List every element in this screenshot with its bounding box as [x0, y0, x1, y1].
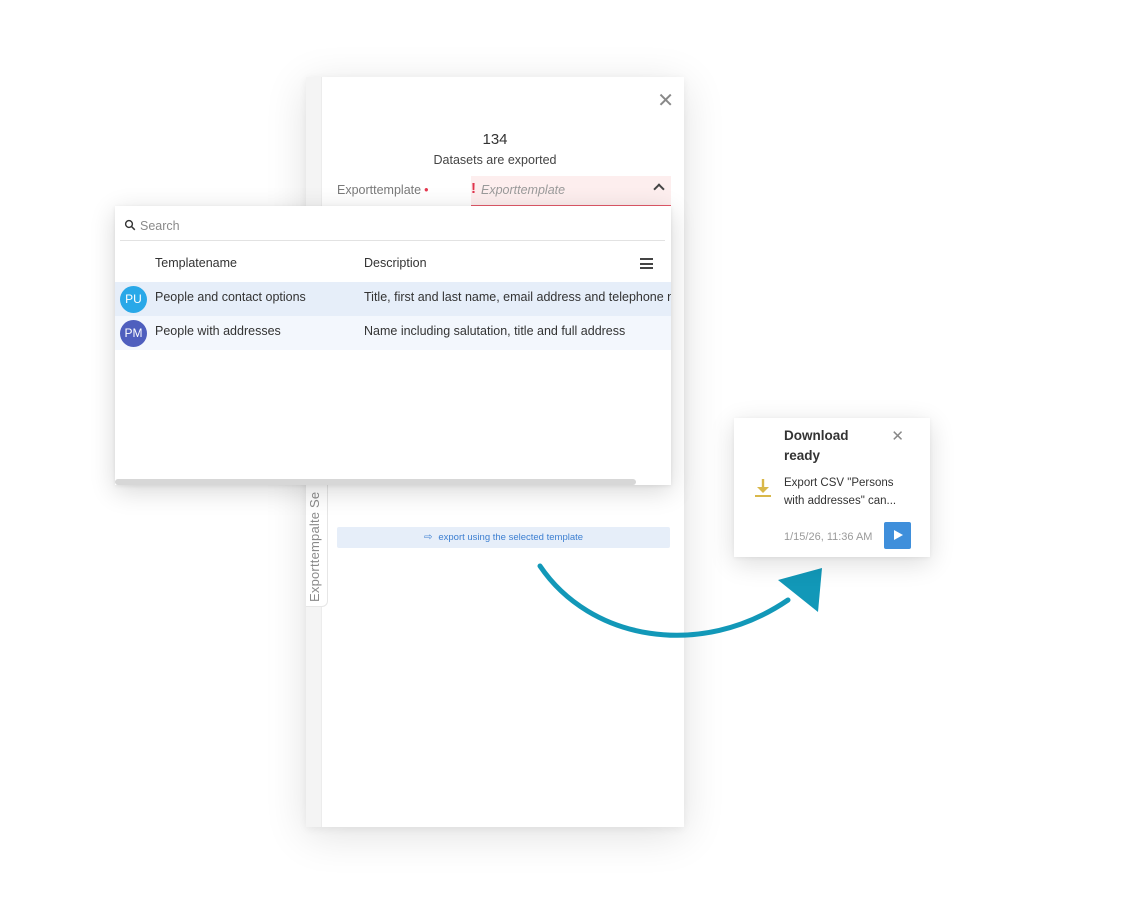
- notification-title: Download ready: [784, 428, 849, 463]
- column-menu-icon[interactable]: [640, 258, 653, 269]
- error-icon: !: [471, 180, 476, 197]
- close-icon[interactable]: ✕: [657, 91, 674, 111]
- play-button[interactable]: [884, 522, 911, 549]
- exporttemplate-select[interactable]: ! Exporttemplate: [471, 176, 671, 206]
- horizontal-scrollbar[interactable]: [115, 479, 636, 485]
- row-templatename: People with addresses: [155, 324, 281, 338]
- notification-timestamp: 1/15/26, 11:36 AM: [784, 531, 873, 543]
- curved-arrow-icon: [537, 563, 822, 638]
- notification-message: Export CSV "Persons with addresses" can.…: [784, 477, 897, 507]
- dataset-count: 134: [482, 131, 508, 148]
- column-header-description[interactable]: Description: [364, 256, 427, 270]
- avatar: PM: [120, 320, 147, 347]
- column-header-templatename[interactable]: Templatename: [155, 256, 237, 270]
- download-icon: [755, 479, 771, 497]
- download-notification: Download ready ✕ Export CSV "Persons wit…: [734, 418, 930, 557]
- export-button[interactable]: ⇨ export using the selected template: [337, 527, 670, 548]
- template-dropdown: Templatename Description PU People and c…: [115, 206, 671, 485]
- dataset-count-caption: Datasets are exported: [433, 153, 557, 167]
- row-description: Title, first and last name, email addres…: [364, 290, 671, 304]
- row-description: Name including salutation, title and ful…: [364, 324, 626, 338]
- exporttemplate-label-text: Exporttemplate: [337, 183, 422, 197]
- export-button-label: export using the selected template: [438, 532, 584, 543]
- row-templatename: People and contact options: [155, 290, 306, 304]
- avatar: PU: [120, 286, 147, 313]
- chevron-up-icon[interactable]: [653, 183, 665, 195]
- close-icon[interactable]: ✕: [891, 427, 904, 445]
- export-icon: ⇨: [423, 532, 433, 543]
- search-bar: [120, 214, 665, 241]
- table-header: Templatename Description: [115, 248, 671, 282]
- search-icon: [124, 219, 136, 231]
- side-tab-label[interactable]: Exporttempalte Se: [307, 492, 322, 602]
- exporttemplate-label: Exporttemplate •: [337, 183, 428, 197]
- exporttemplate-placeholder: Exporttemplate: [481, 183, 566, 197]
- search-input[interactable]: [140, 217, 540, 235]
- table-row[interactable]: PM People with addresses Name including …: [115, 316, 671, 350]
- required-marker: •: [424, 183, 429, 197]
- table-row[interactable]: PU People and contact options Title, fir…: [115, 282, 671, 316]
